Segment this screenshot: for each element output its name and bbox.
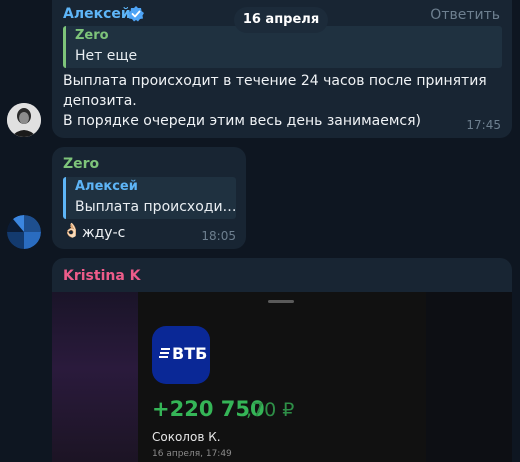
transfer-datetime: 16 апреля, 17:49 bbox=[152, 449, 232, 459]
avatar-aleksey[interactable] bbox=[7, 103, 41, 137]
message-text: жду-с bbox=[82, 225, 126, 241]
photo-right-dark bbox=[426, 292, 512, 462]
quote-author: Алексей bbox=[75, 179, 138, 194]
quote-text: Выплата происходи… bbox=[75, 199, 237, 215]
reply-button[interactable]: Ответить bbox=[430, 7, 500, 23]
transfer-amount-cents: ,70 ₽ bbox=[246, 399, 295, 421]
message-text-line: депозита. bbox=[63, 93, 137, 109]
photo-attachment[interactable]: ВТБ +220 750 ,70 ₽ Соколов К. 16 апреля,… bbox=[52, 292, 512, 462]
sender-name[interactable]: Алексей bbox=[63, 6, 131, 22]
vtb-logo-icon: ВТБ bbox=[152, 326, 210, 384]
sender-name[interactable]: Kristina K bbox=[63, 268, 141, 284]
message-bubble-kristina[interactable]: Kristina K ВТБ +220 750 ,70 ₽ Соколов К.… bbox=[52, 258, 512, 462]
quote-author: Zero bbox=[75, 28, 109, 43]
message-time: 18:05 bbox=[201, 229, 236, 243]
verified-check-icon bbox=[127, 5, 145, 23]
message-time: 17:45 bbox=[466, 118, 501, 132]
avatar-zero[interactable] bbox=[7, 215, 41, 249]
reply-quote[interactable]: Алексей Выплата происходи… bbox=[63, 177, 237, 219]
recipient-name: Соколов К. bbox=[152, 430, 221, 444]
message-text-line: Выплата происходит в течение 24 часов по… bbox=[63, 73, 487, 89]
photo-left-blur bbox=[52, 292, 138, 462]
sender-name[interactable]: Zero bbox=[63, 156, 99, 172]
quote-text: Нет еще bbox=[75, 48, 138, 64]
date-separator: 16 апреля bbox=[234, 7, 328, 33]
sheet-handle bbox=[268, 300, 294, 303]
vtb-logo-text: ВТБ bbox=[172, 344, 208, 363]
ok-hand-emoji: 👌🏻 bbox=[63, 223, 81, 239]
message-text-line: В порядке очереди этим весь день занимае… bbox=[63, 113, 421, 129]
message-bubble-zero[interactable]: Zero Алексей Выплата происходи… 👌🏻 жду-с… bbox=[52, 147, 246, 249]
photo-phone-screen: ВТБ +220 750 ,70 ₽ Соколов К. 16 апреля,… bbox=[138, 292, 426, 462]
